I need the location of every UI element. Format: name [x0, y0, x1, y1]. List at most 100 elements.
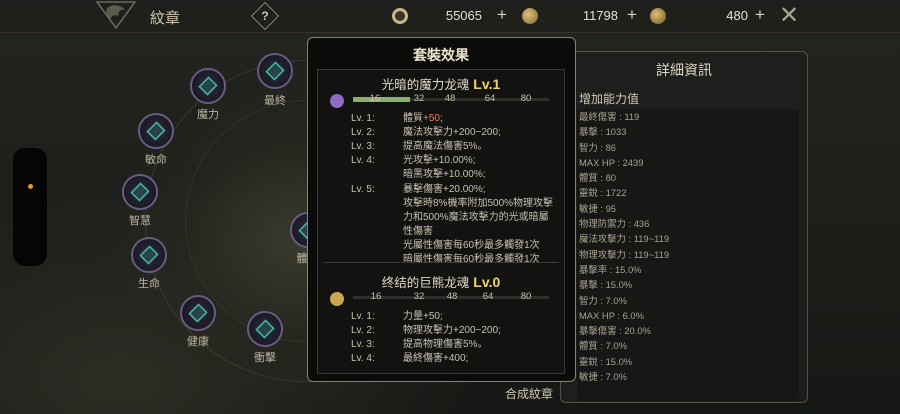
gold-pouch-icon [522, 8, 538, 24]
emblem-label-wisdom: 智慧 [129, 215, 151, 227]
currency-gear-coin: 55065 + [392, 6, 512, 26]
effect-text: 體質 [403, 113, 423, 124]
emblem-label-magic: 魔力 [197, 109, 219, 121]
emblem-gem-icon [198, 76, 218, 96]
set-tier-label: Lv. 4: [351, 155, 375, 167]
effect-text: 暗黑攻擊+10.00%; [403, 169, 486, 181]
set-effect-list[interactable]: 光暗的魔力龙魂 Lv.1 16 32 48 64 80 Lv. 1: 體質+50; Lv. 2: 魔… [317, 69, 565, 374]
set-tier-effect: 暗黑攻擊+10.00%; [403, 168, 563, 182]
stat-row: 智力 : 7.0% [579, 294, 627, 306]
set-progress-bar: 16 32 48 64 80 [353, 93, 553, 106]
set-emblem-icon [330, 94, 344, 108]
set-tier-label: Lv. 3: [351, 339, 375, 351]
set-tier-effect: 性傷害 [403, 225, 563, 239]
emblem-label-life: 生命 [138, 278, 160, 290]
set-name-text: 光暗的魔力龙魂 [381, 78, 470, 92]
set-tier-effect: 暴擊傷害+20.00%; [403, 183, 563, 197]
emblem-slot-final[interactable] [257, 53, 293, 89]
emblem-slot-agility[interactable] [138, 113, 174, 149]
progress-tick: 16 [369, 93, 381, 104]
set-name: 终结的巨熊龙魂 Lv.0 [318, 272, 564, 291]
set-emblem-icon [330, 292, 344, 306]
stat-row: 物理防禦力 : 436 [579, 218, 650, 230]
gold-pouch-value: 11798 [582, 8, 618, 23]
set-tier-effect: 光屬性傷害每60秒最多觸發1次 [403, 239, 563, 253]
emblem-gem-icon [265, 61, 285, 81]
emblem-slot-magic[interactable] [190, 68, 226, 104]
progress-tick: 48 [446, 291, 458, 302]
stat-row: 暴擊 : 1033 [579, 126, 627, 138]
emblem-slot-impact[interactable] [247, 311, 283, 347]
progress-tick: 64 [482, 291, 494, 302]
set-name: 光暗的魔力龙魂 Lv.1 [318, 74, 564, 93]
emblem-gem-icon [146, 121, 166, 141]
currency-bronze-coin: 480 + [648, 6, 768, 26]
help-icon: ? [261, 9, 269, 23]
emblem-gem-icon [130, 182, 150, 202]
set-level: Lv.0 [473, 274, 501, 290]
effect-highlight-value: +50 [423, 113, 440, 124]
help-button[interactable]: ? [250, 1, 280, 31]
close-button[interactable]: ✕ [776, 3, 802, 29]
emblem-slot-wisdom[interactable] [122, 174, 158, 210]
stat-row: 魔法攻擊力 : 119~119 [579, 233, 670, 245]
set-effect-popup: 套裝效果 光暗的魔力龙魂 Lv.1 16 32 48 64 80 Lv. 1: 體質+50; Lv… [307, 37, 576, 382]
effect-text: 魔法攻擊力+200~200; [403, 127, 501, 139]
emblem-gem-icon [139, 245, 159, 265]
gear-coin-icon [392, 8, 408, 24]
bronze-coin-icon [650, 8, 666, 24]
detail-subtitle: 增加能力值 [579, 92, 640, 106]
stat-row: 體質 : 7.0% [579, 340, 627, 352]
stat-row: MAX HP : 6.0% [579, 309, 644, 321]
set-tier-effect: 提高魔法傷害5%。 [403, 140, 563, 154]
set-tier-effect: 魔法攻擊力+200~200; [403, 126, 563, 140]
page-title: 紋章 [150, 10, 181, 27]
add-gold-pouch-button[interactable]: + [624, 6, 640, 23]
craft-emblem-button[interactable]: 合成紋章 [505, 385, 553, 402]
set-tier-label: Lv. 2: [351, 325, 375, 337]
set-tier-effect: 暗屬性傷害每60秒最多觸發1次 [403, 253, 563, 267]
set-tier-effect: 最終傷害+400; [403, 352, 563, 366]
progress-tick: 48 [444, 93, 456, 104]
emblem-label-impact: 衝擊 [254, 352, 276, 364]
close-icon: ✕ [778, 2, 800, 29]
effect-text: 性傷害 [403, 225, 433, 237]
stat-row: 智力 : 86 [579, 141, 616, 153]
effect-text: 物理攻擊力+200~200; [403, 325, 501, 337]
add-gear-coin-button[interactable]: + [494, 6, 510, 23]
set-tier-effect: 力量+50; [403, 310, 563, 324]
add-bronze-coin-button[interactable]: + [752, 6, 768, 23]
set-tier-label: Lv. 3: [351, 141, 375, 153]
stat-row: 靈銳 : 15.0% [579, 355, 633, 367]
emblem-gem-icon [255, 319, 275, 339]
emblem-label-agility: 敏命 [145, 154, 167, 166]
set-tier-effect: 提高物理傷害5%。 [403, 338, 563, 352]
effect-text: 力量+50; [403, 311, 443, 322]
set-progress-bar: 16 32 48 64 80 [353, 291, 553, 304]
bronze-coin-value: 480 [726, 8, 748, 23]
set-tier-label: Lv. 1: [351, 113, 375, 124]
stat-row: 暴擊率 : 15.0% [579, 263, 642, 275]
effect-text: 提高魔法傷害5%。 [403, 141, 488, 153]
notification-dot [28, 184, 33, 189]
set-tier-label: Lv. 1: [351, 311, 375, 322]
set-tier-effect: 體質+50; [403, 112, 563, 126]
progress-tick: 32 [413, 93, 425, 104]
stat-row: 最終傷害 : 119 [579, 111, 640, 122]
emblem-slot-life[interactable] [131, 237, 167, 273]
set-name-text: 终结的巨熊龙魂 [381, 276, 470, 290]
set-tier-label: Lv. 2: [351, 127, 375, 139]
progress-tick: 32 [413, 291, 425, 302]
effect-text: 暗屬性傷害每60秒最多觸發1次 [403, 254, 540, 265]
set-tier-label: Lv. 4: [351, 353, 375, 365]
stat-list[interactable]: 最終傷害 : 119 暴擊 : 1033 智力 : 86 MAX HP : 2439 體… [577, 109, 799, 401]
set-effect-title: 套裝效果 [413, 47, 469, 63]
stat-row: MAX HP : 2439 [579, 156, 644, 168]
dragon-emblem-icon [95, 1, 137, 30]
top-bar: 紋章 ? 55065 + 11798 + 480 + ✕ [0, 0, 900, 33]
side-drawer-handle[interactable] [13, 148, 47, 266]
stat-row: 暴擊傷害 : 20.0% [579, 325, 651, 337]
stat-row: 靈銳 : 1722 [579, 187, 627, 199]
emblem-slot-health[interactable] [180, 295, 216, 331]
currency-gold-pouch: 11798 + [520, 6, 640, 26]
